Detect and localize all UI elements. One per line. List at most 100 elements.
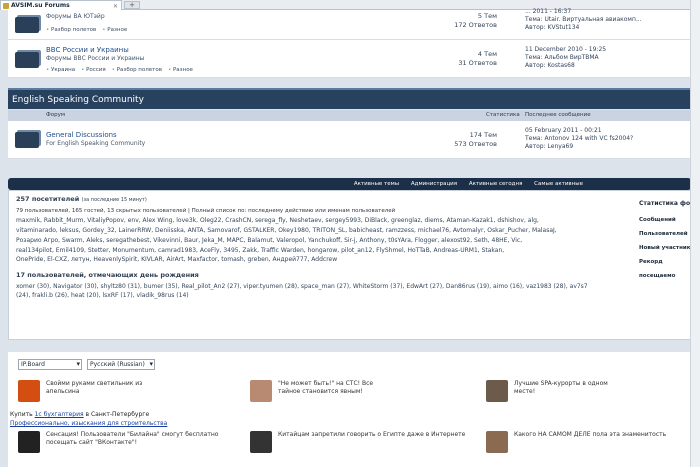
ad-text[interactable]: Сенсация! Пользователи "Билайна" смогут … (46, 431, 236, 447)
forum-description: For English Speaking Community (46, 140, 146, 147)
forum-stats: 5 Тем 172 Ответов (454, 12, 497, 30)
nav-administration[interactable]: Администрация (411, 181, 457, 187)
users-line[interactable]: vitaminarado, leksus, Gordey_32, LainerR… (16, 226, 631, 236)
board-nav-links: Активные темы Администрация Активные сег… (344, 178, 583, 190)
ad-block[interactable]: Какого НА САМОМ ДЕЛЕ пола эта знаменитос… (486, 431, 686, 455)
birthday-line[interactable]: xomer (30), Navigator (30), shyltz80 (31… (16, 282, 631, 292)
text-ad-link[interactable]: Купить 1с бухгалтерия в Санкт-Петербурге (10, 411, 149, 418)
ad-text[interactable]: Какого НА САМОМ ДЕЛЕ пола эта знаменитос… (514, 431, 684, 439)
board-stats-panel: 257 посетителей (за последние 15 минут) … (8, 190, 698, 340)
forum-stats: 174 Тем 573 Ответов (454, 131, 497, 149)
last-post: 05 February 2011 - 00:21 Тема: Antonov 1… (525, 127, 633, 151)
visitors-heading: 257 посетителей (за последние 15 минут) (16, 195, 631, 206)
ad-image (486, 380, 508, 402)
ad-image (250, 380, 272, 402)
subforum-link[interactable]: Разбор полетов (112, 67, 162, 73)
text-ad-part[interactable]: в Санкт-Петербурге (86, 411, 150, 418)
text-ad-part[interactable]: Профессионально, изыскания для строитель… (10, 420, 167, 427)
forum-row-bbc[interactable]: BBC России и Украины Форумы ВВС России и… (8, 40, 691, 78)
forum-name[interactable]: General Discussions (46, 131, 117, 139)
page-scrollbar[interactable] (690, 0, 700, 467)
new-tab-button[interactable]: + (124, 1, 140, 9)
online-users-section: 257 посетителей (за последние 15 минут) … (16, 195, 631, 301)
ad-image (18, 380, 40, 402)
nav-active-today[interactable]: Активные сегодня (469, 181, 523, 187)
forum-stats: 4 Тем 31 Ответов (458, 50, 497, 68)
last-post-topic[interactable]: Тема: Antonov 124 with VC fs2004? (525, 135, 633, 143)
browser-tab[interactable]: AVSIM.su Forums ✕ (0, 0, 122, 10)
ad-block[interactable]: Китайцам запретили говорить о Египте даж… (250, 431, 470, 455)
last-post-date: 11 December 2010 - 19:25 (525, 46, 607, 53)
subforum-link[interactable]: Украина (46, 67, 75, 73)
text-ad-part[interactable]: Купить (10, 411, 33, 418)
forum-name[interactable]: BBC России и Украины (46, 46, 129, 54)
last-post-author[interactable]: Автор: Kostas68 (525, 62, 606, 70)
forum-container: Форумы ВА ЮТэйр Разбор полетов Разное 5 Т… (8, 8, 691, 78)
birthday-line[interactable]: (24), frakli.b (26), heat (20), lsxRF (1… (16, 291, 631, 301)
language-select[interactable]: Русский (Russian) (87, 359, 155, 370)
visitors-count: 257 посетителей (16, 195, 80, 203)
forum-link[interactable]: General Discussions (46, 131, 117, 139)
forum-icon (15, 17, 39, 33)
last-post-author[interactable]: Автор: Lenya69 (525, 143, 633, 151)
ad-text[interactable]: Китайцам запретили говорить о Египте даж… (278, 431, 468, 439)
ad-block[interactable]: "Не может быть!" на СТС! Все тайное стан… (250, 380, 390, 404)
col-stats: Статистика (486, 112, 520, 118)
ad-text[interactable]: Свойми руками светильник из апельсина (46, 380, 156, 396)
ad-text[interactable]: Лучшие SPA-курорты в одном месте! (514, 380, 624, 396)
ad-text[interactable]: "Не может быть!" на СТС! Все тайное стан… (278, 380, 388, 396)
nav-active-topics[interactable]: Активные темы (354, 181, 399, 187)
visitors-summary: 79 пользователей, 165 гостей, 13 скрытых… (16, 207, 396, 214)
subforum-links: Разбор полетов Разное (46, 27, 133, 33)
visitors-note: (за последние 15 минут) (81, 197, 147, 203)
col-forum: Форум (46, 112, 65, 118)
text-ad-link[interactable]: Профессионально, изыскания для строитель… (10, 420, 167, 427)
forum-link[interactable]: BBC России и Украины (46, 46, 129, 54)
last-post-date: ... 2011 - 16:37 (525, 8, 572, 15)
forum-description: Форумы ВВС России и Украины (46, 55, 145, 62)
text-ad-part[interactable]: 1с бухгалтерия (35, 411, 84, 418)
forum-icon (15, 132, 39, 148)
birthdays-list[interactable]: xomer (30), Navigator (30), shyltz80 (31… (16, 282, 631, 301)
site-favicon-icon (3, 3, 9, 9)
post-count: 31 Ответов (458, 59, 497, 67)
ad-block[interactable]: Сенсация! Пользователи "Билайна" смогут … (18, 431, 238, 455)
subforum-link[interactable]: Разное (102, 27, 127, 33)
ad-block[interactable]: Лучшие SPA-курорты в одном месте! (486, 380, 626, 404)
forum-icon (15, 52, 39, 68)
last-post-author[interactable]: Автор: KVStut134 (525, 24, 642, 32)
users-line[interactable]: OnePride, El-CXZ, летун, HeavenlySpirit,… (16, 255, 631, 265)
last-post: 11 December 2010 - 19:25 Тема: Альбом Ви… (525, 46, 606, 70)
subforum-link[interactable]: Разное (168, 67, 193, 73)
last-post: ... 2011 - 16:37 Тема: Utair. Виртуальна… (525, 8, 642, 32)
ad-image (486, 431, 508, 453)
column-header-row: Форум Статистика Последнее сообщение (8, 110, 691, 121)
users-line[interactable]: real134pilot, Emil4109, Stetter, Monumen… (16, 246, 631, 256)
users-line[interactable]: Розарио Агро, Swarm, Aleks, seregathebes… (16, 236, 631, 246)
forum-row-utair[interactable]: Форумы ВА ЮТэйр Разбор полетов Разное 5 Т… (8, 8, 691, 40)
col-last-post: Последнее сообщение (525, 112, 591, 118)
subforum-links: Украина Россия Разбор полетов Разное (46, 67, 199, 73)
ad-image (18, 431, 40, 453)
last-post-topic[interactable]: Тема: Альбом ВирТВМА (525, 54, 606, 62)
last-post-date: 05 February 2011 - 00:21 (525, 127, 602, 134)
subforum-link[interactable]: Разбор полетов (46, 27, 96, 33)
nav-most-active[interactable]: Самые активные (534, 181, 583, 187)
online-users-list[interactable]: maxmik, Rabbit_Murm, VitaliyPopov, env, … (16, 216, 631, 265)
post-count: 172 Ответов (454, 21, 497, 29)
subforum-link[interactable]: Россия (81, 67, 106, 73)
post-count: 573 Ответов (454, 140, 497, 148)
users-line[interactable]: maxmik, Rabbit_Murm, VitaliyPopov, env, … (16, 216, 631, 226)
ad-image (250, 431, 272, 453)
forum-row-general[interactable]: General Discussions For English Speaking… (8, 121, 691, 159)
topic-count: 5 Тем (477, 12, 497, 20)
topic-count: 4 Тем (477, 50, 497, 58)
forum-description: Форумы ВА ЮТэйр (46, 13, 105, 20)
footer-area: IP.Board Русский (Russian) Свойми руками… (8, 352, 691, 467)
skin-select[interactable]: IP.Board (18, 359, 82, 370)
topic-count: 174 Тем (469, 131, 497, 139)
ad-block[interactable]: Свойми руками светильник из апельсина (18, 380, 158, 404)
category-header[interactable]: English Speaking Community (8, 88, 691, 109)
board-nav-bar: Активные темы Администрация Активные сег… (8, 178, 691, 190)
last-post-topic[interactable]: Тема: Utair. Виртуальная авиакомп... (525, 16, 642, 24)
